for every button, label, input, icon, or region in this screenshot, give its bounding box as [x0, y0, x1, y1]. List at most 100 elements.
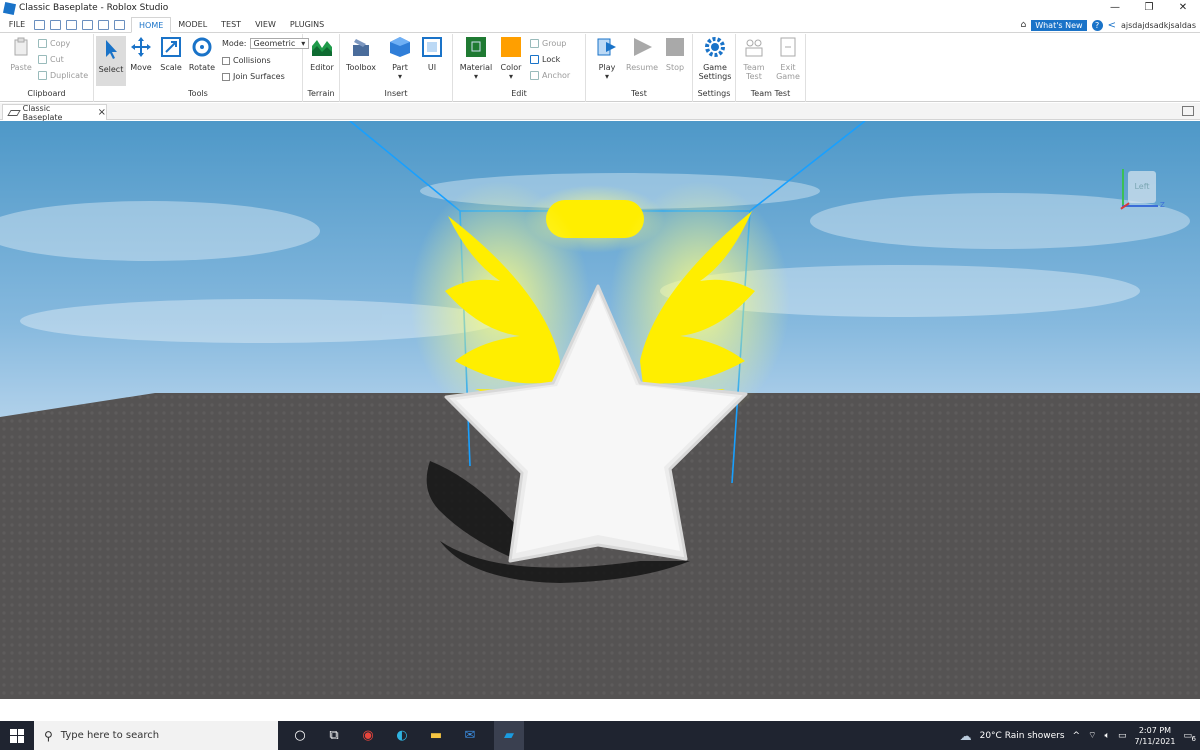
tab-test[interactable]: TEST [214, 17, 248, 33]
battery-icon[interactable]: ▭ [1118, 731, 1127, 741]
move-button[interactable]: Move [128, 36, 154, 72]
join-surfaces-checkbox[interactable] [222, 72, 230, 81]
material-label: Material [459, 63, 493, 72]
game-settings-label-1: Game [703, 63, 727, 72]
collisions-toggle[interactable]: Collisions [222, 56, 271, 65]
chevron-down-icon: ▾ [397, 72, 402, 81]
play-button[interactable]: Play ▾ [592, 36, 622, 81]
username[interactable]: ajsdajdsadkjsaldas [1121, 21, 1196, 30]
open-file-icon[interactable] [50, 19, 61, 30]
document-tab[interactable]: Classic Baseplate × [2, 104, 107, 122]
weather-text[interactable]: 20°C Rain showers [980, 731, 1065, 741]
quick-access-toolbar [34, 19, 125, 30]
minimize-icon[interactable]: — [1098, 0, 1132, 16]
publish-icon[interactable] [82, 19, 93, 30]
clock[interactable]: 2:07 PM 7/11/2021 [1134, 725, 1175, 747]
group-label-team-test: Team Test [750, 89, 791, 98]
cortana-icon[interactable]: ○ [290, 726, 310, 746]
axis-z-label: Z [1160, 201, 1165, 209]
new-file-icon[interactable] [34, 19, 45, 30]
save-icon[interactable] [98, 19, 109, 30]
toolbox-label: Toolbox [346, 63, 376, 72]
anchor-label: Anchor [542, 71, 571, 80]
color-label: Color [500, 63, 522, 72]
file-explorer-icon[interactable]: ▬ [426, 726, 446, 746]
duplicate-label: Duplicate [50, 71, 89, 80]
chevron-down-icon: ▾ [473, 72, 478, 81]
cut-button[interactable]: Cut [38, 55, 64, 64]
group-test: Play ▾ Resume Stop Test [586, 34, 693, 102]
title-bar: Classic Baseplate - Roblox Studio — ❐ ✕ [0, 0, 1200, 16]
task-view-icon[interactable]: ⧉ [324, 726, 344, 746]
collapse-ribbon-icon[interactable]: ⌂ [1020, 20, 1026, 30]
ui-button[interactable]: UI [421, 36, 443, 72]
mail-icon[interactable]: ✉ [460, 726, 480, 746]
material-icon [466, 37, 486, 57]
viewport-3d[interactable]: Left Z [0, 121, 1200, 699]
material-button[interactable]: Material ▾ [459, 36, 493, 81]
tab-model[interactable]: MODEL [171, 17, 214, 33]
exit-game-label-2: Game [776, 72, 800, 81]
split-view-icon[interactable] [1182, 106, 1194, 116]
ui-icon [422, 37, 442, 57]
weather-icon: ☁ [959, 728, 972, 743]
select-button[interactable]: Select [96, 36, 126, 86]
restore-icon[interactable]: ❐ [1132, 0, 1166, 16]
copy-button[interactable]: Copy [38, 39, 70, 48]
lock-button[interactable]: Lock [530, 55, 560, 64]
mode-dropdown[interactable]: Geometric ▾ [249, 38, 310, 49]
help-icon[interactable]: ? [1091, 19, 1103, 31]
group-edit: Material ▾ Color ▾ Group Lock Anchor Edi… [453, 34, 586, 102]
tab-plugins[interactable]: PLUGINS [283, 17, 331, 33]
collisions-checkbox[interactable] [222, 56, 230, 65]
tab-home[interactable]: HOME [131, 16, 172, 33]
part-button[interactable]: Part ▾ [387, 36, 413, 81]
roblox-studio-taskbar-icon[interactable]: ▰ [494, 721, 524, 750]
edge-icon[interactable]: ◐ [392, 726, 412, 746]
resume-button[interactable]: Resume [626, 36, 658, 72]
group-icon [530, 39, 539, 48]
share-icon[interactable]: < [1108, 20, 1116, 31]
team-icon [745, 39, 763, 57]
stop-button[interactable]: Stop [662, 36, 688, 72]
roblox-studio-icon [2, 1, 17, 15]
team-test-button[interactable]: Team Test [740, 36, 768, 81]
window-controls: — ❐ ✕ [1098, 0, 1200, 16]
close-tab-icon[interactable]: × [98, 107, 106, 118]
rotate-button[interactable]: Rotate [188, 36, 216, 72]
close-icon[interactable]: ✕ [1166, 0, 1200, 16]
exit-game-button[interactable]: Exit Game [774, 36, 802, 81]
group-label-edit: Edit [511, 89, 527, 98]
whats-new-button[interactable]: What's New [1031, 19, 1087, 31]
notification-icon[interactable]: ▭ 6 [1183, 731, 1196, 743]
view-cube[interactable]: Left Z [1118, 169, 1165, 213]
group-settings: Game Settings Settings [693, 34, 736, 102]
chevron-down-icon: ▾ [604, 72, 609, 81]
terrain-editor-button[interactable]: Editor [308, 36, 336, 72]
join-surfaces-toggle[interactable]: Join Surfaces [222, 72, 285, 81]
paste-button[interactable]: Paste [8, 36, 34, 72]
toolbox-button[interactable]: Toolbox [344, 36, 378, 72]
tab-view[interactable]: VIEW [248, 17, 283, 33]
group-label-insert: Insert [384, 89, 408, 98]
undo-icon[interactable] [114, 19, 125, 30]
play-label: Play [598, 63, 616, 72]
cut-label: Cut [50, 55, 64, 64]
scale-button[interactable]: Scale [158, 36, 184, 72]
network-icon[interactable]: ⌔ [1088, 730, 1096, 741]
duplicate-button[interactable]: Duplicate [38, 71, 88, 80]
chrome-icon[interactable]: ◉ [358, 726, 378, 746]
chevron-up-icon[interactable]: ^ [1073, 731, 1081, 741]
redo-icon[interactable] [66, 19, 77, 30]
volume-icon[interactable]: 🔈︎ [1105, 731, 1110, 741]
taskbar-search[interactable]: ⚲ Type here to search [34, 721, 278, 750]
group-button[interactable]: Group [530, 39, 566, 48]
file-menu[interactable]: FILE [0, 20, 34, 29]
group-label-tools: Tools [188, 89, 208, 98]
start-button[interactable] [0, 721, 34, 750]
anchor-button[interactable]: Anchor [530, 71, 570, 80]
view-cube-face[interactable]: Left [1128, 171, 1156, 203]
game-settings-button[interactable]: Game Settings [697, 36, 733, 81]
stop-label: Stop [665, 63, 685, 72]
color-button[interactable]: Color ▾ [499, 36, 523, 81]
